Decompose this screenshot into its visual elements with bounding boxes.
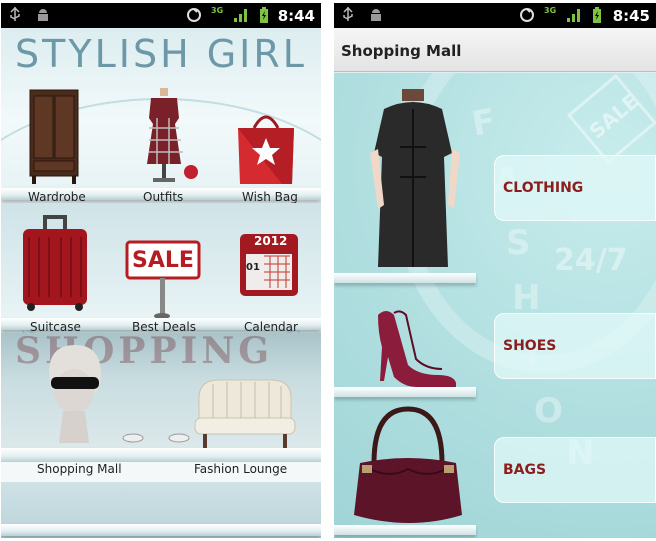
- network-type-label: 3G: [211, 6, 224, 15]
- high-heel-icon: [378, 310, 456, 387]
- wardrobe-icon: [29, 89, 79, 184]
- clothing-category-button[interactable]: CLOTHING: [494, 155, 656, 221]
- calendar-year: 2012: [254, 234, 288, 248]
- shoes-category-button[interactable]: SHOES: [494, 313, 656, 379]
- clothing-shelf: [334, 273, 476, 283]
- battery-icon: [593, 7, 601, 23]
- shopping-mall-label: Shopping Mall: [37, 462, 122, 476]
- usb-icon: [343, 7, 353, 21]
- outfits-label: Outfits: [143, 190, 184, 204]
- shopping-mall-content: F A S H I O N SALE 24/7 CLOTHING SHOES: [334, 73, 656, 538]
- wardrobe-label: Wardrobe: [28, 190, 86, 204]
- armchair-icon: [194, 379, 296, 448]
- sync-icon: [187, 8, 201, 22]
- signal-icon: [567, 9, 580, 22]
- clock: 8:44: [277, 7, 315, 25]
- watermark-letter: S: [506, 223, 531, 263]
- suitcase-tile[interactable]: [19, 213, 91, 313]
- status-bar: 3G 8:44: [1, 3, 321, 28]
- wardrobe-tile[interactable]: [27, 86, 81, 186]
- best-deals-tile[interactable]: SALE: [125, 240, 201, 320]
- watermark-letter: H: [512, 278, 541, 318]
- title-bar: Shopping Mall: [334, 28, 656, 72]
- calendar-tile[interactable]: 2012 01: [238, 232, 300, 298]
- wish-bag-label: Wish Bag: [242, 190, 298, 204]
- outfits-tile[interactable]: [141, 88, 198, 186]
- fashion-lounge-label: Fashion Lounge: [194, 462, 288, 476]
- calendar-day: 01: [246, 262, 260, 273]
- fashion-lounge-tile[interactable]: [193, 378, 297, 450]
- coat-mannequin-icon: [370, 89, 460, 267]
- spotlight-icon: [122, 433, 190, 443]
- mannequin-head-icon: [49, 345, 101, 443]
- shopping-bag-icon: [238, 115, 294, 184]
- home-content: STYLISH GIRL Wardrobe Outfits Wish Bag S…: [1, 28, 321, 538]
- android-debug-icon: [38, 9, 48, 21]
- network-type-label: 3G: [544, 6, 557, 15]
- bags-shelf: [334, 525, 476, 535]
- spotlight-floor: [121, 430, 191, 446]
- sync-icon: [520, 8, 534, 22]
- hours-watermark: 24/7: [554, 243, 628, 278]
- app-title: STYLISH GIRL: [15, 32, 307, 76]
- left-phone-screen: 3G 8:44 STYLISH GIRL Wardrobe Outfits Wi…: [1, 3, 321, 538]
- battery-icon: [260, 7, 268, 23]
- usb-icon: [10, 7, 20, 21]
- suitcase-icon: [23, 215, 87, 311]
- sale-stamp-text: SALE: [584, 88, 644, 144]
- shoes-shelf: [334, 387, 476, 397]
- bags-label: BAGS: [503, 462, 547, 478]
- clothing-label: CLOTHING: [503, 180, 584, 196]
- wish-bag-tile[interactable]: [234, 108, 298, 186]
- handbag-icon: [354, 406, 462, 523]
- signal-icon: [234, 9, 247, 22]
- clock: 8:45: [612, 7, 650, 25]
- page-title: Shopping Mall: [341, 42, 462, 60]
- status-bar: 3G 8:45: [334, 3, 656, 28]
- shelf-3: [1, 448, 321, 462]
- watermark-letter: O: [534, 391, 563, 431]
- dress-icon: [147, 88, 198, 182]
- shoes-label: SHOES: [503, 338, 557, 354]
- right-phone-screen: 3G 8:45 Shopping Mall F A S H I O N SALE…: [334, 3, 656, 538]
- shelf-4: [1, 524, 321, 536]
- sale-sign-text: SALE: [132, 248, 194, 273]
- bags-category-button[interactable]: BAGS: [494, 437, 656, 503]
- shopping-mall-tile[interactable]: [43, 343, 105, 447]
- android-debug-icon: [371, 9, 381, 21]
